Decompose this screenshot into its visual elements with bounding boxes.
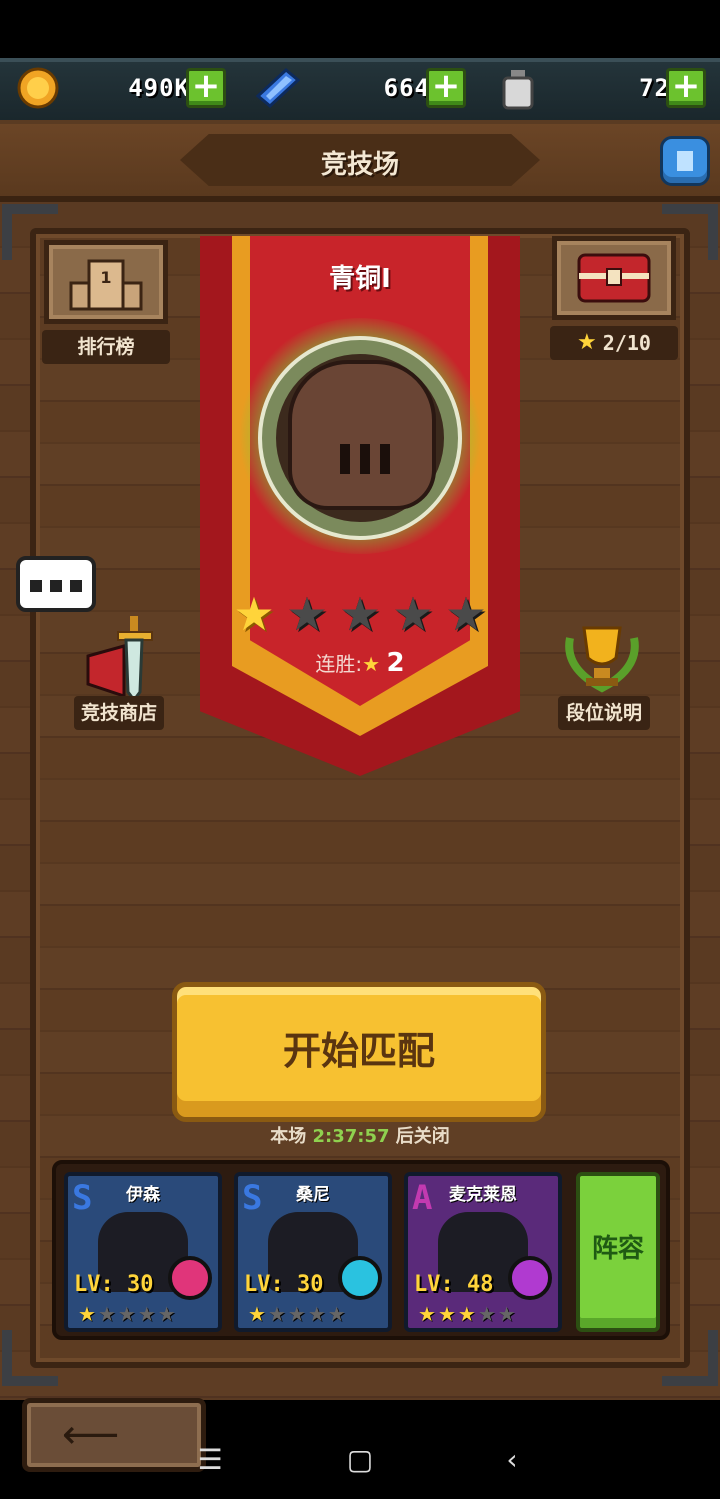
status-bar: [0, 0, 720, 58]
leaderboard-button[interactable]: 1: [44, 240, 168, 324]
podium-icon: 1: [69, 259, 143, 311]
arena-shop-label[interactable]: 竞技商店: [74, 696, 164, 730]
rank-star-filled: ★: [233, 587, 275, 641]
hero-star-empty: ★: [497, 1302, 518, 1326]
potion-bottle-icon: [502, 70, 534, 110]
chest-progress-value: 2/10: [602, 331, 651, 355]
rank-info-button[interactable]: [556, 618, 648, 698]
nav-back-icon[interactable]: ‹: [492, 1440, 532, 1480]
hero-star-empty: ★: [267, 1302, 288, 1326]
rank-name: 青铜Ⅰ: [329, 264, 391, 294]
gold-coin-icon: [17, 67, 59, 109]
hero-stars: ★★★★★: [418, 1302, 518, 1326]
hero-star-empty: ★: [97, 1302, 118, 1326]
timer-prefix: 本场: [270, 1126, 307, 1147]
chest-reward-button[interactable]: [552, 236, 676, 320]
gem-counter: 664: [256, 66, 430, 110]
hero-star-empty: ★: [477, 1302, 498, 1326]
win-streak-count: 2: [386, 648, 405, 678]
trophy-icon: [565, 626, 639, 693]
gem-value: 664: [383, 74, 430, 102]
frame-corner: [662, 1330, 718, 1386]
potion-counter: 72: [496, 66, 670, 110]
bronze-helmet-icon: [288, 360, 436, 510]
nav-home-icon[interactable]: ▢: [340, 1440, 380, 1480]
back-arrow-icon: ⟵: [62, 1412, 120, 1458]
hero-level: LV: 30: [244, 1272, 324, 1297]
rank-info-label[interactable]: 段位说明: [558, 696, 650, 730]
nav-menu-icon[interactable]: ☰: [190, 1440, 230, 1480]
hero-class-badge-icon: [508, 1256, 552, 1300]
star-icon: ★: [577, 330, 597, 355]
timer-value: 2:37:57: [312, 1126, 390, 1147]
hero-name: 伊森: [126, 1185, 160, 1205]
hero-name: 麦克莱恩: [449, 1185, 517, 1205]
hero-star-empty: ★: [327, 1302, 348, 1326]
hero-star-empty: ★: [157, 1302, 178, 1326]
hero-card[interactable]: A 麦克莱恩 LV: 48 ★★★★★: [404, 1172, 562, 1332]
win-streak-label: 连胜:: [315, 652, 363, 676]
win-streak: 连胜:★ 2: [250, 648, 470, 678]
lineup-label[interactable]: 阵容: [576, 1228, 660, 1265]
arena-shop-button[interactable]: [78, 612, 168, 703]
page-title: 竞技场: [320, 150, 399, 180]
hero-stars: ★★★★★: [248, 1302, 348, 1326]
hero-stars: ★★★★★: [78, 1302, 178, 1326]
add-gold-button[interactable]: +: [186, 68, 226, 108]
hero-star-filled: ★: [457, 1302, 478, 1326]
hero-name: 桑尼: [296, 1185, 330, 1205]
hero-class-badge-icon: [338, 1256, 382, 1300]
shop-sword-shield-icon: [86, 616, 153, 703]
hero-card[interactable]: S 伊森 LV: 30 ★★★★★: [64, 1172, 222, 1332]
rank-stars: ★ ★ ★ ★ ★: [230, 590, 490, 638]
timer-suffix: 后关闭: [395, 1126, 450, 1147]
hero-star-filled: ★: [78, 1302, 98, 1326]
gold-value: 490K: [128, 74, 190, 102]
star-icon: ★: [362, 652, 381, 676]
gold-counter: 490K: [16, 66, 190, 110]
potion-value: 72: [639, 74, 670, 102]
add-potion-button[interactable]: +: [666, 68, 706, 108]
leaderboard-label[interactable]: 排行榜: [42, 330, 170, 364]
hero-level: LV: 30: [74, 1272, 154, 1297]
hero-class-badge-icon: [168, 1256, 212, 1300]
help-button[interactable]: [660, 136, 710, 186]
gem-icon: [256, 68, 300, 108]
hero-star-filled: ★: [418, 1302, 438, 1326]
add-gem-button[interactable]: +: [426, 68, 466, 108]
chat-bubble-icon[interactable]: [16, 556, 96, 612]
rank-star-empty: ★: [445, 587, 487, 641]
season-timer: 本场 2:37:57 后关闭: [0, 1122, 720, 1148]
chest-progress: ★ 2/10: [550, 326, 678, 360]
rank-star-empty: ★: [339, 587, 381, 641]
start-match-label[interactable]: 开始匹配: [172, 1020, 546, 1075]
hero-star-empty: ★: [307, 1302, 328, 1326]
hero-star-filled: ★: [248, 1302, 268, 1326]
treasure-chest-icon: [577, 253, 651, 303]
hero-card[interactable]: S 桑尼 LV: 30 ★★★★★: [234, 1172, 392, 1332]
rank-star-empty: ★: [392, 587, 434, 641]
rank-star-empty: ★: [286, 587, 328, 641]
hero-star-empty: ★: [137, 1302, 158, 1326]
hero-level: LV: 48: [414, 1272, 494, 1297]
hero-star-empty: ★: [287, 1302, 308, 1326]
frame-corner: [2, 1330, 58, 1386]
hero-star-empty: ★: [117, 1302, 138, 1326]
svg-text:1: 1: [100, 268, 111, 287]
hero-star-filled: ★: [437, 1302, 458, 1326]
